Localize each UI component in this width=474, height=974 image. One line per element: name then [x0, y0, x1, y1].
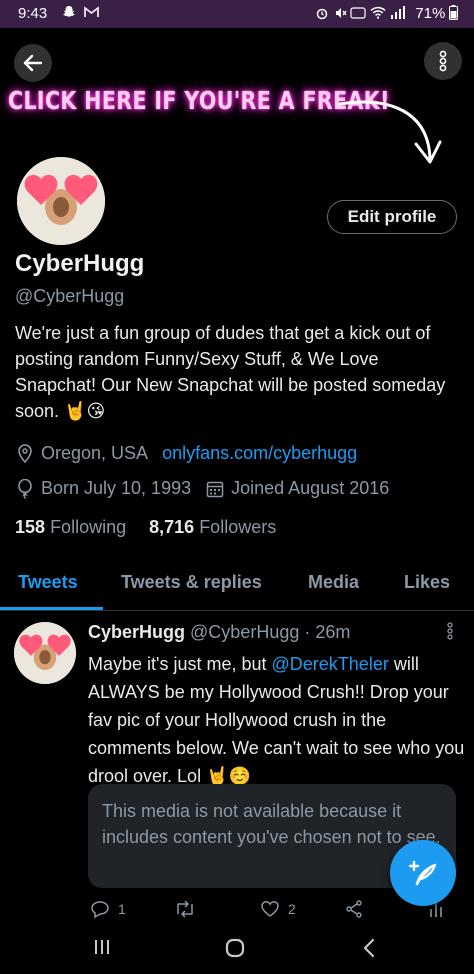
- reply-count: 1: [118, 901, 126, 917]
- tab-likes[interactable]: Likes: [404, 572, 450, 593]
- tab-media[interactable]: Media: [308, 572, 359, 593]
- heart-icon: [261, 901, 279, 917]
- profile-bio: We're just a fun group of dudes that get…: [15, 323, 446, 421]
- signal-icon: [390, 6, 405, 19]
- profile-tabs: Tweets Tweets & replies Media Likes: [0, 560, 474, 611]
- back-button[interactable]: [14, 44, 52, 82]
- wifi-icon: [370, 6, 386, 19]
- alarm-icon: [316, 8, 328, 20]
- followers-link[interactable]: 8,716 Followers: [149, 517, 276, 537]
- tweet-more-button[interactable]: [446, 622, 454, 640]
- tweet-mention[interactable]: @DerekTheler: [272, 654, 389, 674]
- tab-tweets[interactable]: Tweets: [18, 572, 78, 593]
- profile-handle: @CyberHugg: [15, 286, 125, 306]
- joined-text: Joined August 2016: [231, 478, 390, 498]
- balloon-icon: [18, 478, 32, 499]
- notification-icons: [62, 4, 99, 20]
- location-icon: [18, 443, 32, 463]
- following-label: Following: [50, 517, 127, 537]
- battery-percent: 71%: [415, 5, 446, 22]
- location-row: Oregon, USA onlyfans.com/cyberhugg: [15, 443, 357, 464]
- retweet-button[interactable]: [174, 900, 196, 918]
- back-arrow-icon: [23, 54, 43, 72]
- tweet-author-name[interactable]: CyberHugg: [88, 622, 185, 642]
- avatar-image: [17, 157, 105, 245]
- tweet-actions: 1 2: [88, 900, 458, 924]
- android-nav-bar: [0, 928, 474, 974]
- website-link[interactable]: onlyfans.com/cyberhugg: [162, 443, 357, 464]
- tweet-handle-time: @CyberHugg · 26m: [190, 622, 351, 642]
- like-count: 2: [288, 901, 296, 917]
- followers-count: 8,716: [149, 517, 195, 537]
- tab-tweets-replies[interactable]: Tweets & replies: [121, 572, 262, 593]
- tweet-avatar[interactable]: [14, 622, 76, 684]
- reply-button[interactable]: 1: [90, 900, 126, 918]
- volte-icon: [350, 7, 367, 19]
- dates-row: Born July 10, 1993 Joined August 2016: [15, 478, 389, 499]
- like-button[interactable]: 2: [260, 900, 296, 918]
- edit-profile-button[interactable]: Edit profile: [327, 200, 457, 234]
- share-icon: [346, 900, 362, 918]
- home-icon: [225, 938, 245, 958]
- system-icons: 71%: [315, 5, 458, 22]
- follow-stats: 158 Following 8,716 Followers: [15, 517, 276, 538]
- tweet-text-start: Maybe it's just me, but: [88, 654, 272, 674]
- snapchat-icon: [63, 6, 75, 17]
- status-bar: 9:43 71%: [0, 0, 474, 28]
- gmail-icon: [84, 6, 99, 17]
- battery-icon: [449, 5, 458, 20]
- reply-icon: [91, 901, 109, 918]
- profile-avatar[interactable]: [14, 154, 108, 248]
- more-vertical-icon: [439, 50, 447, 72]
- location-text: Oregon, USA: [41, 443, 149, 463]
- recent-apps-icon: [95, 940, 109, 954]
- tweet-text: Maybe it's just me, but @DerekTheler wil…: [88, 650, 468, 790]
- back-chevron-icon: [363, 938, 375, 958]
- retweet-icon: [177, 900, 193, 918]
- compose-tweet-button[interactable]: [390, 840, 456, 906]
- more-vertical-icon: [447, 622, 453, 640]
- recent-apps-button[interactable]: [93, 938, 111, 961]
- mute-icon: [335, 8, 347, 18]
- compose-feather-icon: [408, 860, 437, 886]
- curved-arrow-icon: [338, 100, 442, 164]
- avatar-image: [14, 622, 76, 684]
- share-button[interactable]: [344, 900, 364, 918]
- active-tab-indicator: [0, 607, 103, 610]
- home-button[interactable]: [225, 938, 245, 963]
- calendar-icon: [206, 481, 224, 497]
- tweet-header: CyberHugg @CyberHugg · 26m: [88, 622, 350, 643]
- more-options-button[interactable]: [424, 42, 462, 80]
- status-time: 9:43: [18, 5, 48, 22]
- following-link[interactable]: 158 Following: [15, 517, 126, 537]
- following-count: 158: [15, 517, 46, 537]
- followers-label: Followers: [199, 517, 277, 537]
- profile-display-name: CyberHugg: [15, 250, 145, 277]
- back-nav-button[interactable]: [362, 938, 376, 963]
- birthday-text: Born July 10, 1993: [41, 478, 192, 498]
